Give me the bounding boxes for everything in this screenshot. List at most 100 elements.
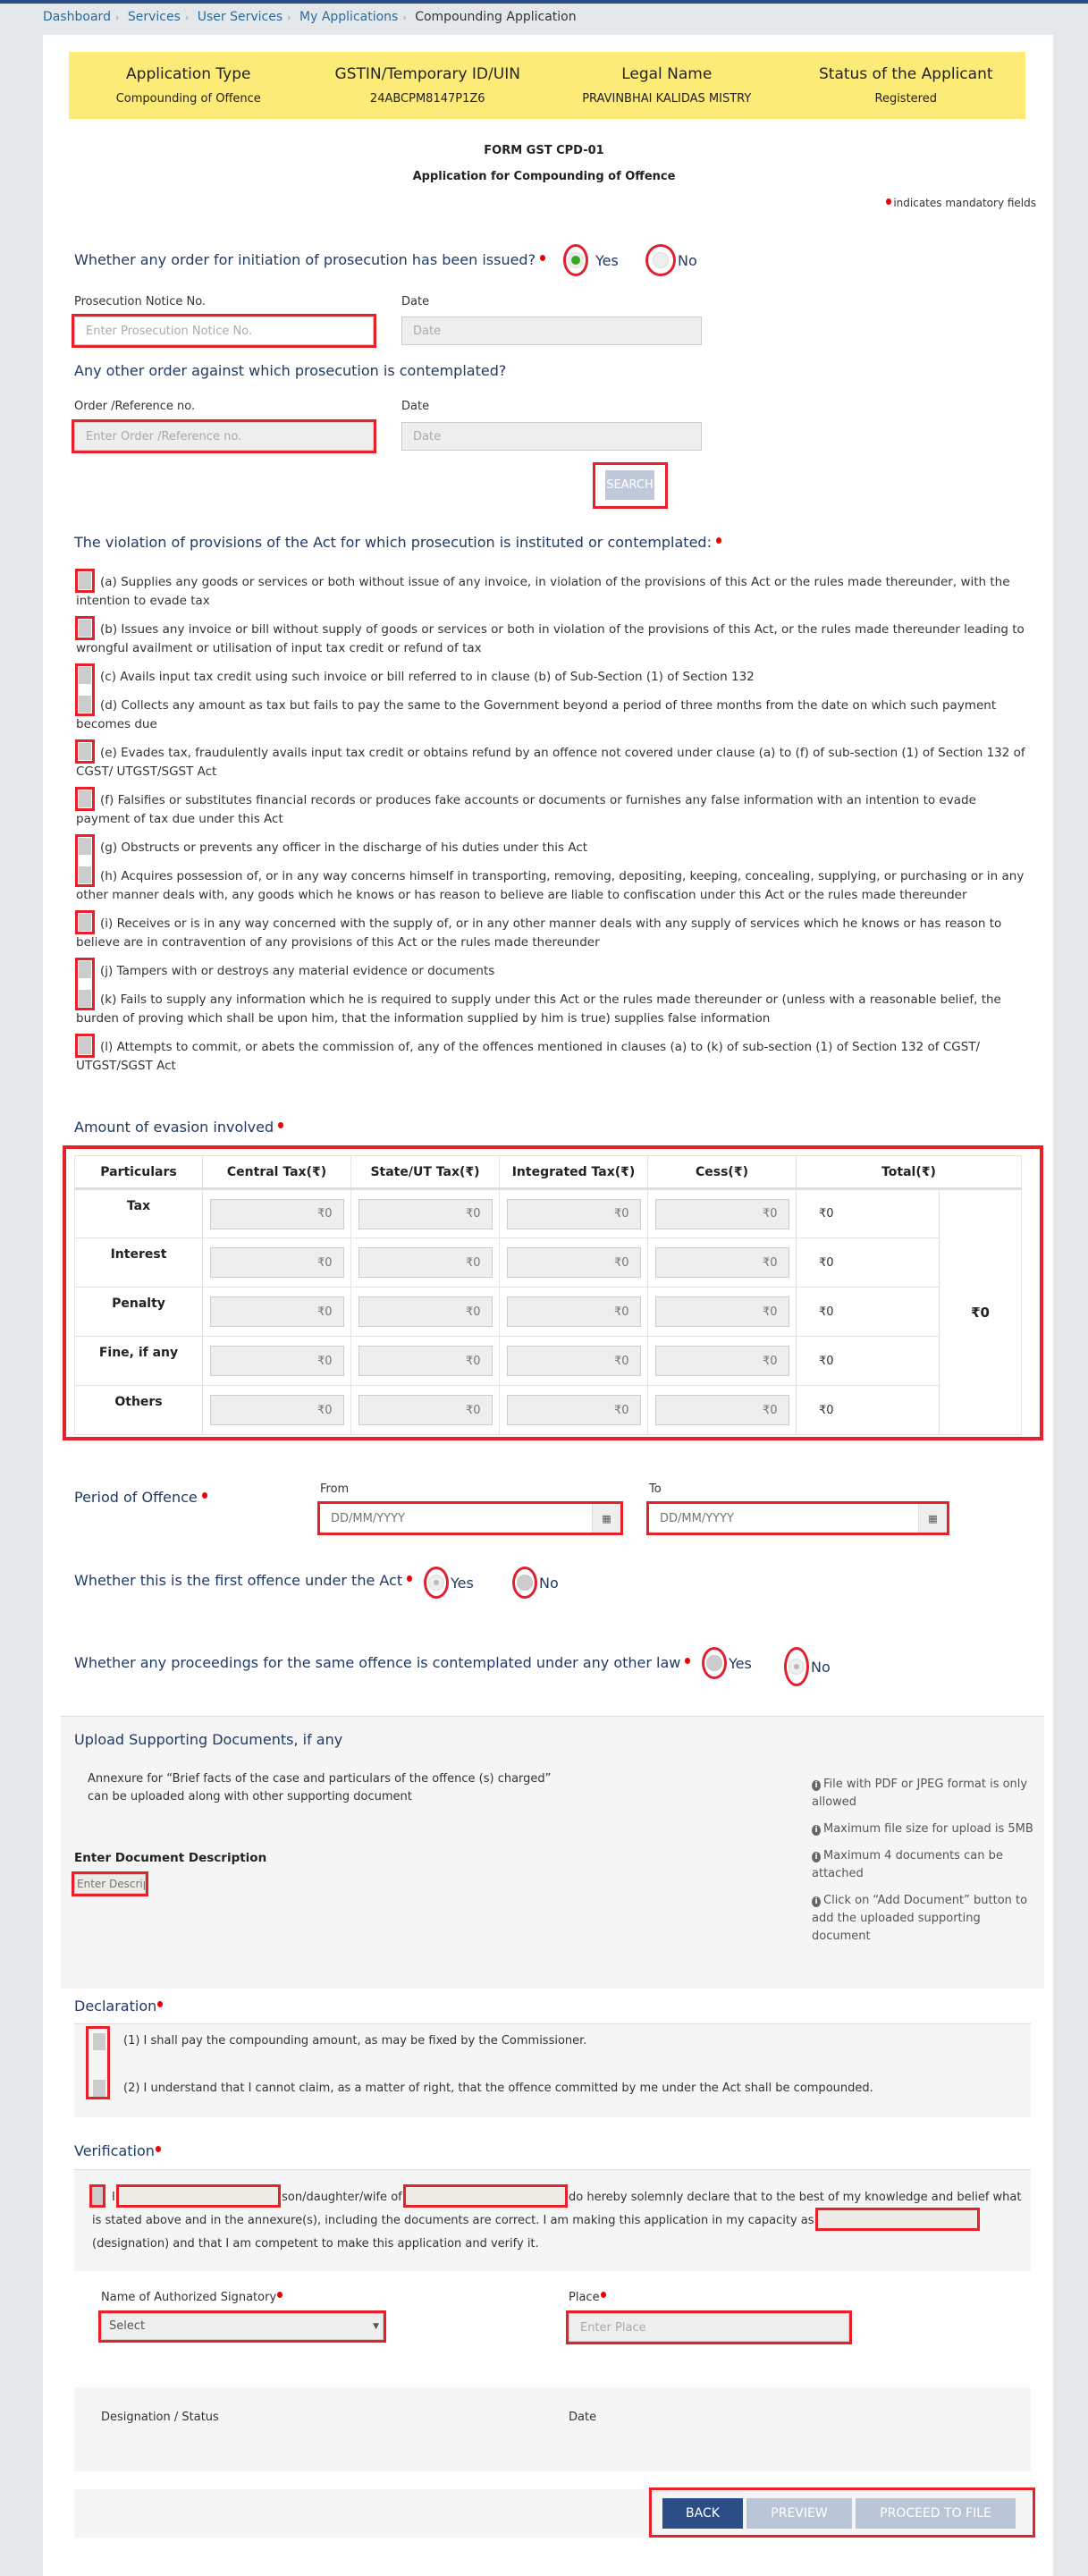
col-total: Total(₹) [796,1155,1022,1190]
others-cess-input[interactable] [654,1395,789,1425]
order-ref-input[interactable] [72,419,376,453]
violation-item-c: (c) Avails input tax credit using such i… [76,667,1033,687]
other-law-question: Whether any proceedings for the same off… [74,1654,691,1671]
required-dot-icon [155,2146,161,2152]
place-label: Place [569,2291,606,2304]
checkbox-highlight [75,910,95,934]
info-icon: i [812,1896,821,1907]
radio-unselected-icon [428,1575,444,1591]
row-total: ₹0 [796,1385,940,1435]
period-from-input[interactable]: ▦ [317,1501,623,1535]
other-law-no-radio[interactable]: No [784,1647,831,1686]
fine-state-input[interactable] [358,1346,493,1376]
upload-description: Annexure for “Brief facts of the case an… [88,1772,552,1803]
prosecution-date-label: Date [401,295,430,308]
checkbox-highlight [75,739,95,764]
place-input[interactable] [566,2310,852,2344]
interest-central-input[interactable] [209,1247,344,1278]
order-date-input[interactable] [401,422,702,451]
breadcrumb-services[interactable]: Services [128,10,181,24]
row-total: ₹0 [796,1336,940,1386]
required-dot-icon [600,2292,606,2298]
document-description-label: Enter Document Description [74,1851,267,1865]
upload-note: i Click on “Add Document” button to add t… [812,1894,1028,1943]
fine-cess-input[interactable] [654,1346,789,1376]
penalty-cess-input[interactable] [654,1296,789,1327]
others-integrated-input[interactable] [506,1395,641,1425]
other-law-yes-radio[interactable]: Yes [702,1647,752,1679]
chevron-right-icon: › [114,12,120,23]
search-button[interactable]: SEARCH [605,470,654,500]
prosecution-notice-label: Prosecution Notice No. [74,295,207,308]
others-central-input[interactable] [209,1395,344,1425]
fine-integrated-input[interactable] [506,1346,641,1376]
radio-unselected-icon [517,1575,533,1591]
period-to-input[interactable]: ▦ [646,1501,949,1535]
violation-item-f: (f) Falsifies or substitutes financial r… [76,790,1033,829]
period-label: Period of Offence [74,1489,207,1506]
radio-unselected-icon [789,1659,805,1675]
breadcrumb-dashboard[interactable]: Dashboard [43,10,111,24]
calendar-icon[interactable]: ▦ [592,1504,620,1533]
prosecution-no-radio[interactable]: No [645,244,697,276]
tax-integrated-input[interactable] [506,1198,641,1229]
checkbox-highlight [75,569,95,593]
penalty-state-input[interactable] [358,1296,493,1327]
table-row: Penalty ₹0 [74,1287,1022,1337]
col-integrated-tax: Integrated Tax(₹) [499,1155,648,1190]
others-state-input[interactable] [358,1395,493,1425]
verification-parent-name-input[interactable] [402,2184,568,2208]
first-offence-no-radio[interactable]: No [512,1567,559,1599]
back-button[interactable]: BACK [662,2498,743,2529]
chevron-right-icon: › [287,12,291,23]
row-total: ₹0 [796,1237,940,1288]
calendar-icon[interactable]: ▦ [918,1504,947,1533]
upload-notes: i File with PDF or JPEG format is only al… [812,1776,1035,1955]
violation-item-i: (i) Receives or is in any way concerned … [76,914,1033,952]
tax-state-input[interactable] [358,1198,493,1229]
period-to-label: To [649,1482,662,1496]
prosecution-notice-input[interactable] [72,314,376,348]
applicant-status: Status of the Applicant Registered [818,65,993,106]
verification-checkbox[interactable] [89,2184,105,2208]
upload-note: i Maximum file size for upload is 5MB [812,1820,1035,1838]
document-description-input[interactable] [72,1871,148,1896]
application-type: Application Type Compounding of Offence [115,65,261,106]
interest-state-input[interactable] [358,1247,493,1278]
gstin: GSTIN/Temporary ID/UIN 24ABCPM8147P1Z6 [334,65,520,106]
form-code: FORM GST CPD-01 [484,144,604,157]
verification-name-input[interactable] [115,2184,281,2208]
penalty-integrated-input[interactable] [506,1296,641,1327]
radio-selected-icon [568,252,584,268]
declaration-2-text: (2) I understand that I cannot claim, as… [123,2082,873,2095]
radio-unselected-icon [653,252,669,268]
required-dot-icon [886,198,892,205]
verification-title: Verification [74,2142,161,2159]
chevron-right-icon: › [184,12,190,23]
first-offence-yes-radio[interactable]: Yes [424,1567,474,1599]
penalty-central-input[interactable] [209,1296,344,1327]
violations-list: (a) Supplies any goods or services or bo… [76,572,1033,1085]
breadcrumb-my-applications[interactable]: My Applications [299,10,398,24]
prosecution-date-input[interactable] [401,317,702,345]
violation-item-l: (l) Attempts to commit, or abets the com… [76,1037,1033,1076]
interest-integrated-input[interactable] [506,1247,641,1278]
proceed-to-file-button[interactable]: PROCEED TO FILE [856,2498,1016,2529]
breadcrumb-user-services[interactable]: User Services [198,10,283,24]
preview-button[interactable]: PREVIEW [746,2498,852,2529]
signatory-select[interactable]: Select ▼ [98,2310,386,2343]
tax-central-input[interactable] [209,1198,344,1229]
order-ref-label: Order /Reference no. [74,400,196,413]
evasion-title: Amount of evasion involved [74,1119,284,1136]
verification-designation-input[interactable] [814,2208,980,2231]
tax-cess-input[interactable] [654,1198,789,1229]
col-cess: Cess(₹) [647,1155,797,1190]
fine-central-input[interactable] [209,1346,344,1376]
checkbox-highlight [75,958,95,1010]
col-central-tax: Central Tax(₹) [202,1155,351,1190]
required-dot-icon [277,2292,283,2298]
upload-note: i Maximum 4 documents can be attached [812,1849,1003,1880]
prosecution-yes-radio[interactable]: Yes [563,244,619,276]
interest-cess-input[interactable] [654,1247,789,1278]
violation-item-k: (k) Fails to supply any information whic… [76,990,1033,1028]
